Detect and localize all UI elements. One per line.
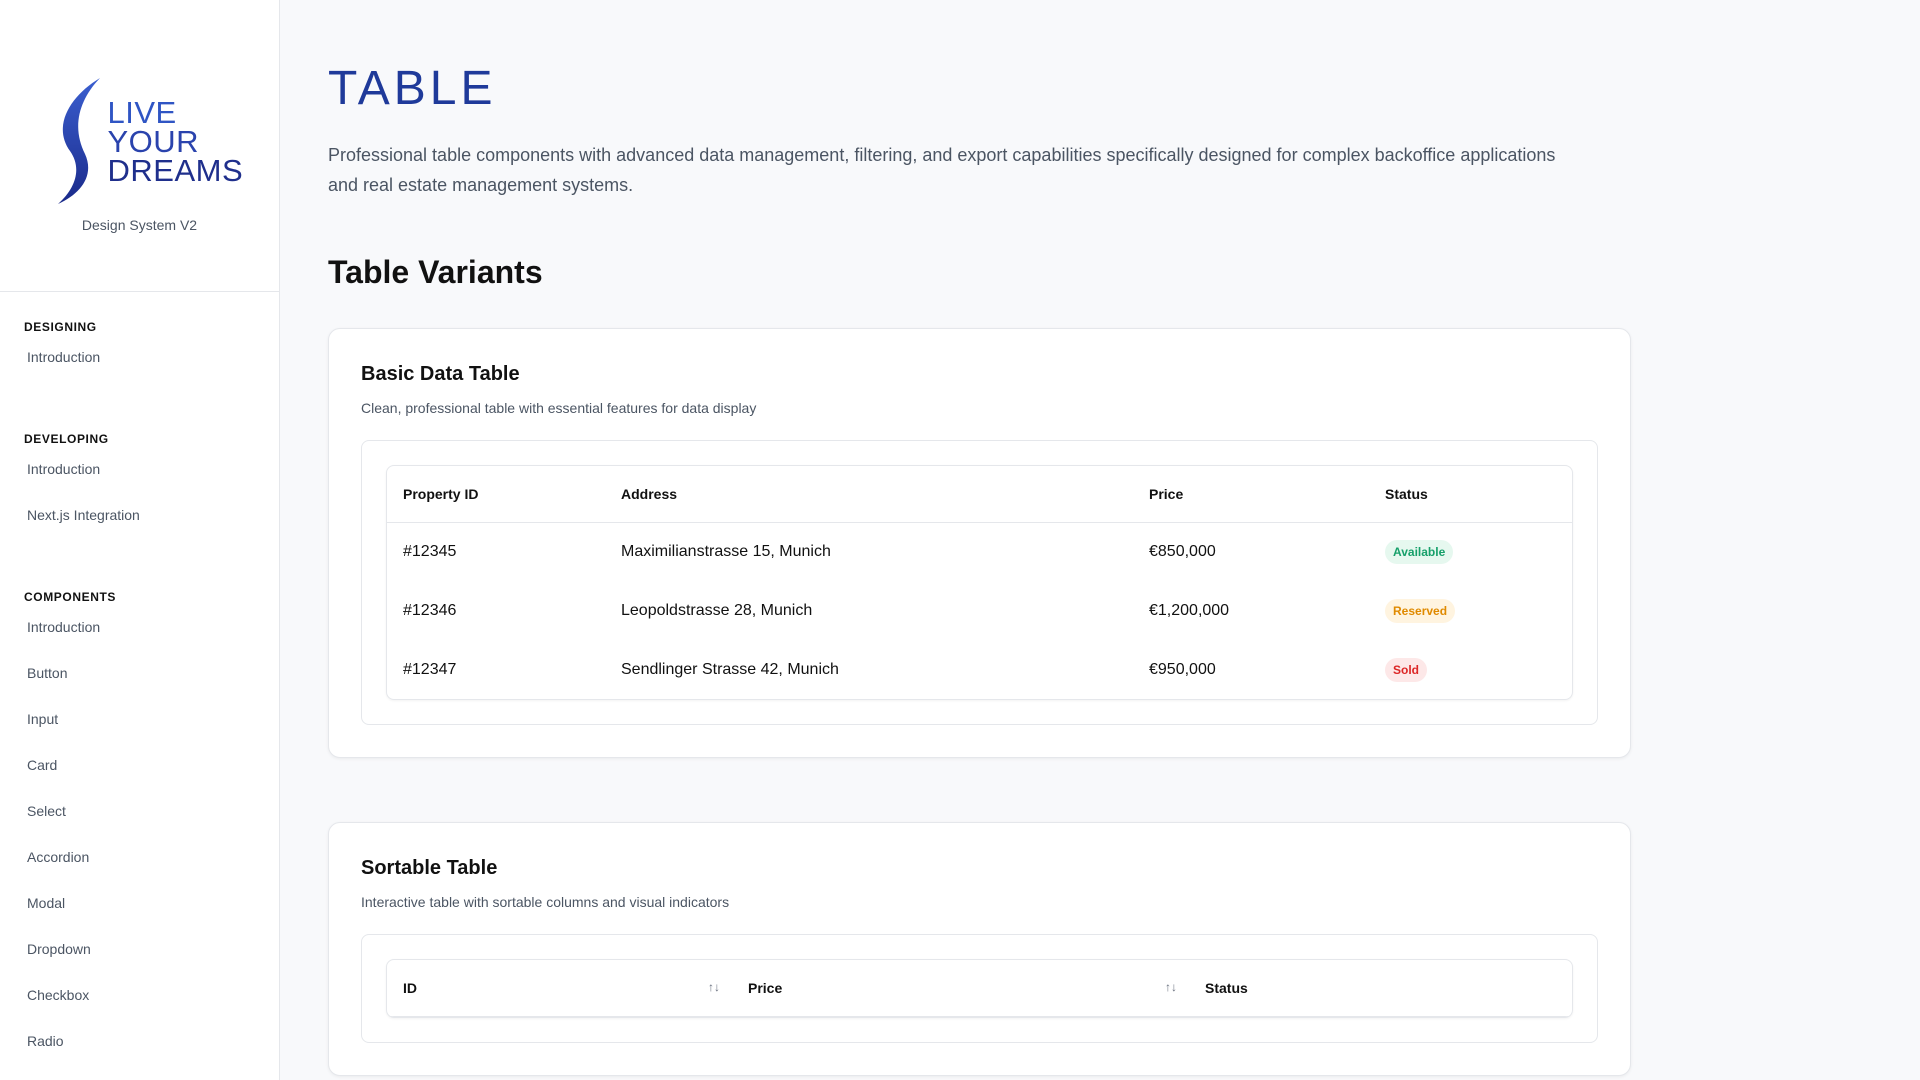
table-preview: Property ID Address Price Status #12345 … [361,440,1598,725]
nav-group-components: COMPONENTS Introduction Button Input Car… [24,590,279,1080]
brand-header: LIVE YOUR DREAMS Design System V2 [0,0,279,292]
logo-line: DREAMS [107,153,244,188]
cell-price: €850,000 [1149,542,1216,560]
sort-arrows-icon[interactable]: ↑↓ [708,980,720,994]
column-header-label: Status [1205,979,1248,996]
nav-group-title: DEVELOPING [24,432,109,446]
cell-address: Maximilianstrasse 15, Munich [621,542,831,560]
sidebar-item-accordion[interactable]: Accordion [24,850,279,896]
column-header-price[interactable]: Price ↑↓ [732,960,1189,1017]
cell-price: €950,000 [1149,660,1216,678]
cell-status: Available [1369,522,1572,581]
page-description: Professional table components with advan… [328,145,1556,195]
column-header-price: Price [1133,466,1369,523]
logo-swoosh-icon [57,78,100,204]
cell-property-id: #12346 [403,601,457,619]
nav-group-title: DESIGNING [24,320,97,334]
column-header-label: Price [748,979,783,996]
card-description: Clean, professional table with essential… [361,400,757,416]
sidebar-item-input[interactable]: Input [24,712,279,758]
card-title: Sortable Table [361,857,498,879]
status-badge-reserved: Reserved [1385,598,1456,623]
basic-table: Property ID Address Price Status #12345 … [386,465,1573,700]
sortable-table: ID ↑↓ Price ↑↓ Status [386,959,1573,1018]
brand-subtitle: Design System V2 [81,217,198,233]
card-title: Basic Data Table [361,363,520,385]
column-header-status: Status [1369,466,1572,523]
status-badge-sold: Sold [1385,657,1427,682]
sidebar-item-button[interactable]: Button [24,666,279,712]
column-header-label: ID [403,979,417,996]
table-row[interactable]: #12345 Maximilianstrasse 15, Munich €850… [387,522,1572,581]
column-header-address: Address [605,466,1133,523]
section-title: Table Variants [328,254,543,290]
sidebar-item-checkbox[interactable]: Checkbox [24,988,279,1034]
sortable-table-card: Sortable Table Interactive table with so… [328,822,1631,1076]
cell-address: Leopoldstrasse 28, Munich [621,601,813,619]
column-header-property-id: Property ID [387,466,605,523]
table-header-row: Property ID Address Price Status [387,466,1572,523]
table-preview: ID ↑↓ Price ↑↓ Status [361,934,1598,1043]
cell-property-id: #12347 [403,660,457,678]
cell-price: €1,200,000 [1149,601,1230,619]
nav-group-title: COMPONENTS [24,590,117,604]
nav-group-designing: DESIGNING Introduction [24,320,279,396]
sidebar-item-dropdown[interactable]: Dropdown [24,942,279,988]
column-header-id[interactable]: ID ↑↓ [387,960,732,1017]
sort-arrows-icon[interactable]: ↑↓ [1165,980,1177,994]
basic-table-card: Basic Data Table Clean, professional tab… [328,328,1631,758]
cell-status: Sold [1369,640,1572,699]
nav-group-developing: DEVELOPING Introduction Next.js Integrat… [24,432,279,554]
sidebar-item-developing-introduction[interactable]: Introduction [24,462,279,508]
sidebar-item-components-introduction[interactable]: Introduction [24,620,279,666]
sidebar-item-designing-introduction[interactable]: Introduction [24,350,279,396]
status-badge-available: Available [1385,539,1454,564]
table-row[interactable]: #12347 Sendlinger Strasse 42, Munich €95… [387,640,1572,699]
table-header-row: ID ↑↓ Price ↑↓ Status [387,960,1572,1017]
sidebar-nav: DESIGNING Introduction DEVELOPING Introd… [0,320,279,1080]
table-row[interactable]: #12346 Leopoldstrasse 28, Munich €1,200,… [387,581,1572,640]
card-description: Interactive table with sortable columns … [361,894,730,910]
sidebar: LIVE YOUR DREAMS Design System V2 DESIGN… [0,0,280,1080]
sidebar-item-modal[interactable]: Modal [24,896,279,942]
sidebar-item-nextjs-integration[interactable]: Next.js Integration [24,508,279,554]
sidebar-item-select[interactable]: Select [24,804,279,850]
logo-line: YOUR [107,124,200,159]
cell-address: Sendlinger Strasse 42, Munich [621,660,839,678]
sidebar-item-radio[interactable]: Radio [24,1034,279,1080]
main-content: TABLE Professional table components with… [328,0,1631,1076]
logo[interactable]: LIVE YOUR DREAMS [40,76,243,206]
page-title: TABLE [328,62,497,115]
column-header-status: Status [1189,960,1572,1017]
cell-property-id: #12345 [403,542,457,560]
logo-line: LIVE [107,95,177,130]
sidebar-item-card[interactable]: Card [24,758,279,804]
logo-text: LIVE YOUR DREAMS [107,95,244,188]
cell-status: Reserved [1369,581,1572,640]
